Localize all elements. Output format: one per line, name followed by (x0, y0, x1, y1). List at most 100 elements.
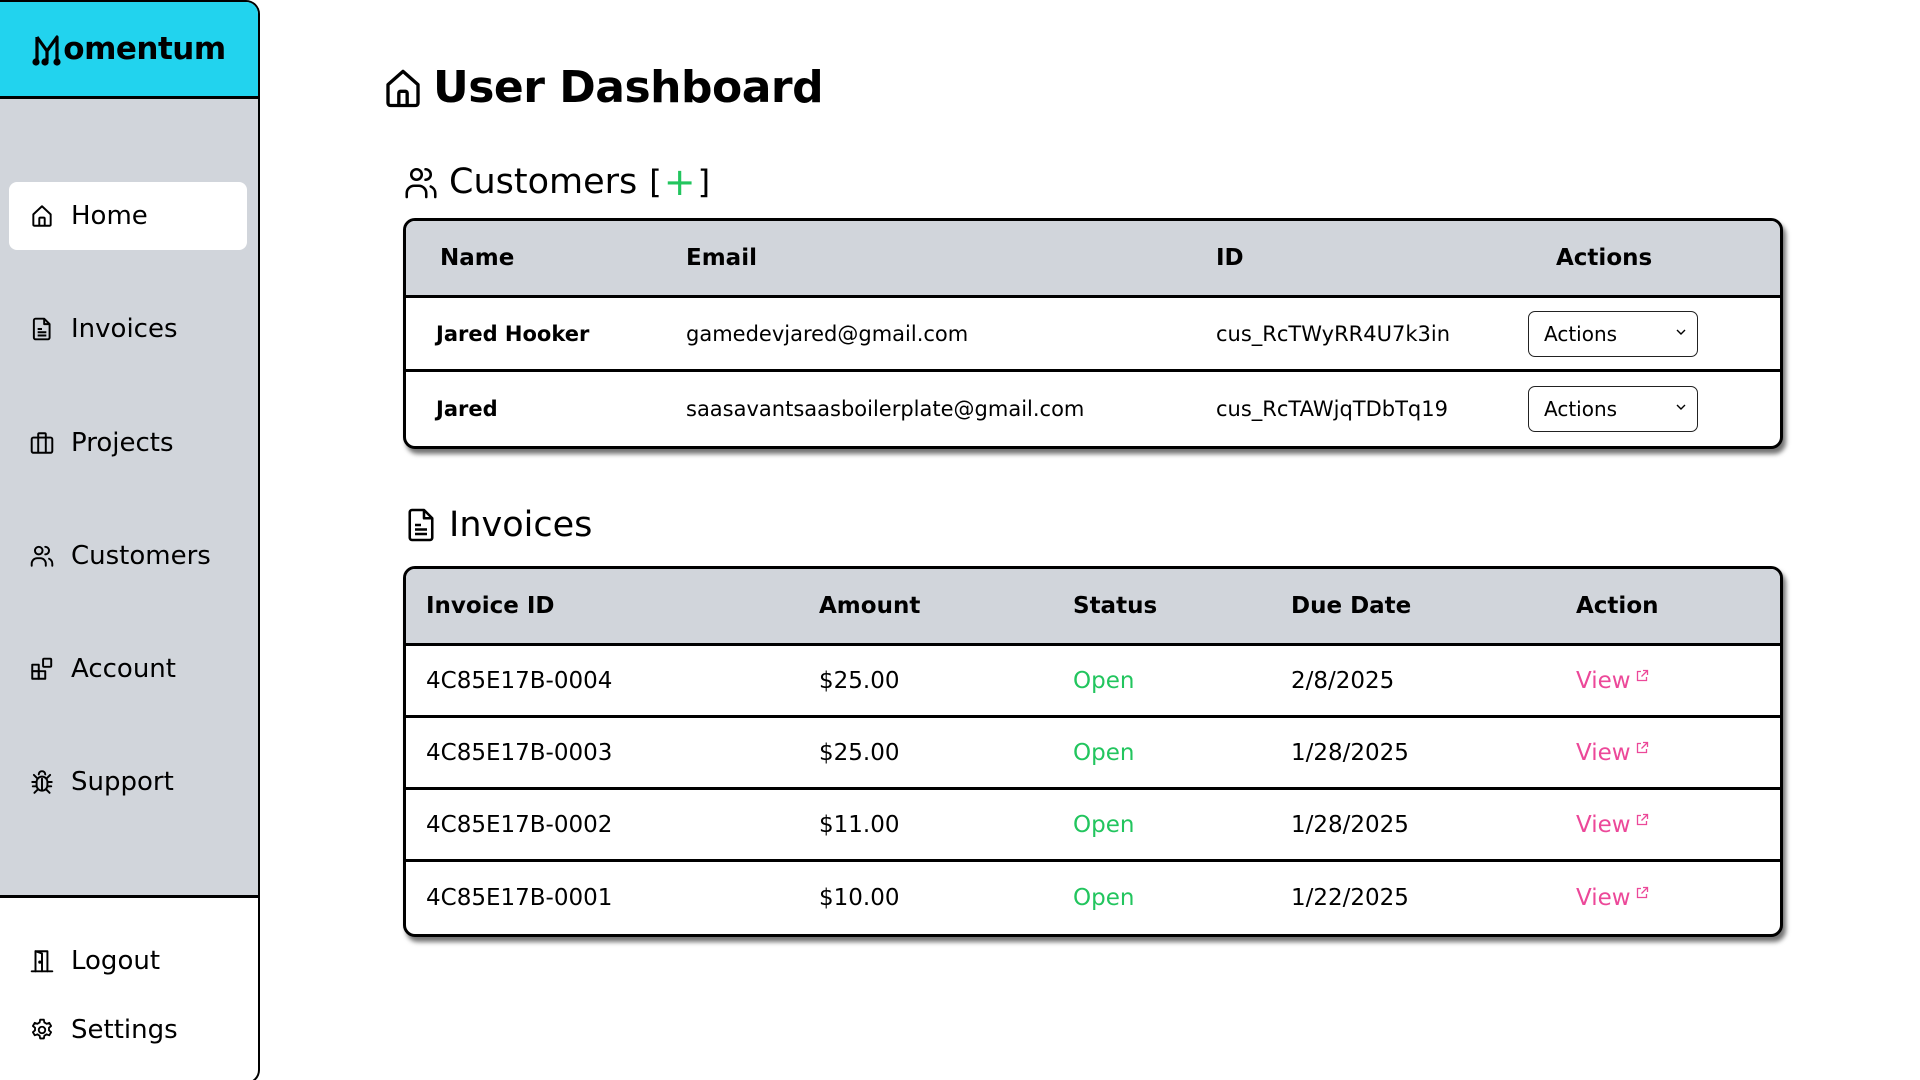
external-link-icon (1636, 886, 1648, 899)
sidebar-item-label: Support (71, 767, 174, 797)
view-invoice-link[interactable]: View (1576, 668, 1649, 694)
external-link-icon (1636, 669, 1648, 681)
bracket-open: [ (649, 163, 662, 201)
invoice-id: 4C85E17B-0002 (426, 811, 613, 838)
status-badge: Open (1073, 885, 1135, 911)
invoice-amount: $25.00 (819, 667, 900, 694)
column-header-actions: Actions (1556, 245, 1653, 271)
customer-email: gamedevjared@gmail.com (686, 321, 969, 346)
customer-id: cus_RcTAWjqTDbTq19 (1216, 397, 1448, 421)
invoices-table-header: Invoice ID Amount Status Due Date Action (406, 569, 1780, 646)
view-invoice-link[interactable]: View (1576, 885, 1649, 911)
column-header-action: Action (1576, 593, 1659, 619)
add-customer-button[interactable]: [ + ] (649, 160, 710, 204)
invoices-heading: Invoices (403, 505, 592, 545)
sidebar-item-label: Home (71, 201, 148, 231)
customer-name: Jared Hooker (436, 321, 590, 346)
brand-logo[interactable]: omentum (32, 31, 226, 67)
actions-select-value: Actions (1544, 321, 1618, 346)
bug-icon (29, 769, 55, 795)
sidebar: omentum Home Invoices Projects Customers… (0, 0, 260, 1080)
status-badge: Open (1073, 667, 1135, 694)
invoice-due-date: 1/28/2025 (1291, 811, 1409, 838)
sidebar-item-label: Customers (71, 541, 211, 571)
sidebar-item-home[interactable]: Home (9, 182, 247, 250)
column-header-status: Status (1073, 593, 1158, 619)
customer-name: Jared (436, 397, 498, 421)
table-row: 4C85E17B-0001 $10.00 Open 1/22/2025 View (406, 862, 1780, 934)
chevron-down-icon (1676, 329, 1686, 335)
sidebar-item-projects[interactable]: Projects (9, 409, 247, 477)
column-header-due-date: Due Date (1291, 593, 1412, 619)
column-header-invoice-id: Invoice ID (426, 593, 555, 619)
sidebar-item-support[interactable]: Support (9, 748, 247, 816)
customers-title: Customers (449, 162, 638, 202)
sidebar-item-invoices[interactable]: Invoices (9, 295, 247, 363)
view-link-label: View (1576, 739, 1631, 766)
invoice-amount: $25.00 (819, 739, 900, 766)
table-row: Jared saasavantsaasboilerplate@gmail.com… (406, 372, 1780, 446)
invoice-id: 4C85E17B-0003 (426, 739, 613, 766)
file-text-icon (29, 316, 55, 342)
invoice-amount: $11.00 (819, 811, 900, 838)
actions-select[interactable]: Actions (1528, 310, 1698, 357)
view-link-label: View (1576, 667, 1631, 694)
table-row: 4C85E17B-0002 $11.00 Open 1/28/2025 View (406, 790, 1780, 862)
sidebar-item-customers[interactable]: Customers (9, 522, 247, 590)
invoice-id: 4C85E17B-0001 (426, 885, 613, 911)
external-link-icon (1636, 741, 1648, 753)
customer-email: saasavantsaasboilerplate@gmail.com (686, 397, 1085, 421)
logo-m-icon (32, 35, 61, 66)
status-badge: Open (1073, 811, 1135, 838)
gear-icon (29, 1017, 55, 1043)
page-title: User Dashboard (383, 62, 824, 113)
settings-button[interactable]: Settings (9, 1005, 178, 1055)
chevron-down-icon (1676, 404, 1686, 410)
view-invoice-link[interactable]: View (1576, 740, 1649, 766)
invoice-due-date: 1/28/2025 (1291, 739, 1409, 766)
invoices-title: Invoices (449, 505, 593, 545)
invoice-id: 4C85E17B-0004 (426, 667, 613, 694)
briefcase-icon (29, 430, 55, 456)
view-link-label: View (1576, 811, 1631, 838)
customers-table-header: Name Email ID Actions (406, 221, 1780, 298)
logout-button[interactable]: Logout (9, 936, 160, 986)
widgets-icon (29, 656, 55, 682)
actions-select-value: Actions (1544, 397, 1618, 421)
external-link-icon (1636, 813, 1648, 825)
home-icon (29, 203, 55, 229)
table-row: 4C85E17B-0003 $25.00 Open 1/28/2025 View (406, 718, 1780, 790)
customers-table: Name Email ID Actions Jared Hooker gamed… (403, 218, 1783, 449)
bracket-close: ] (697, 163, 711, 201)
table-row: 4C85E17B-0004 $25.00 Open 2/8/2025 View (406, 646, 1780, 718)
customers-heading: Customers [ + ] (403, 160, 710, 204)
file-text-icon (408, 508, 434, 542)
invoice-due-date: 1/22/2025 (1291, 885, 1409, 911)
column-header-name: Name (440, 245, 515, 271)
column-header-id: ID (1216, 245, 1244, 271)
users-icon (405, 167, 437, 199)
sidebar-nav: Home Invoices Projects Customers Account (0, 99, 258, 898)
sidebar-item-label: Invoices (71, 314, 178, 344)
settings-label: Settings (71, 1015, 178, 1045)
invoice-amount: $10.00 (819, 885, 900, 911)
brand-name: omentum (63, 31, 226, 67)
customer-id: cus_RcTWyRR4U7k3in (1216, 321, 1451, 346)
sidebar-item-label: Account (71, 654, 176, 684)
brand-header: omentum (0, 2, 258, 99)
sidebar-item-account[interactable]: Account (9, 635, 247, 703)
invoices-table: Invoice ID Amount Status Due Date Action… (403, 566, 1783, 937)
home-icon (386, 69, 420, 107)
door-icon (29, 948, 55, 974)
sidebar-item-label: Projects (71, 428, 174, 458)
column-header-email: Email (686, 245, 757, 271)
actions-select[interactable]: Actions (1528, 386, 1698, 432)
status-badge: Open (1073, 739, 1135, 766)
view-link-label: View (1576, 885, 1631, 911)
page-title-text: User Dashboard (433, 62, 824, 113)
users-icon (29, 543, 55, 569)
table-row: Jared Hooker gamedevjared@gmail.com cus_… (406, 298, 1780, 372)
view-invoice-link[interactable]: View (1576, 812, 1649, 838)
invoice-due-date: 2/8/2025 (1291, 667, 1395, 694)
plus-icon[interactable]: + (664, 160, 696, 204)
